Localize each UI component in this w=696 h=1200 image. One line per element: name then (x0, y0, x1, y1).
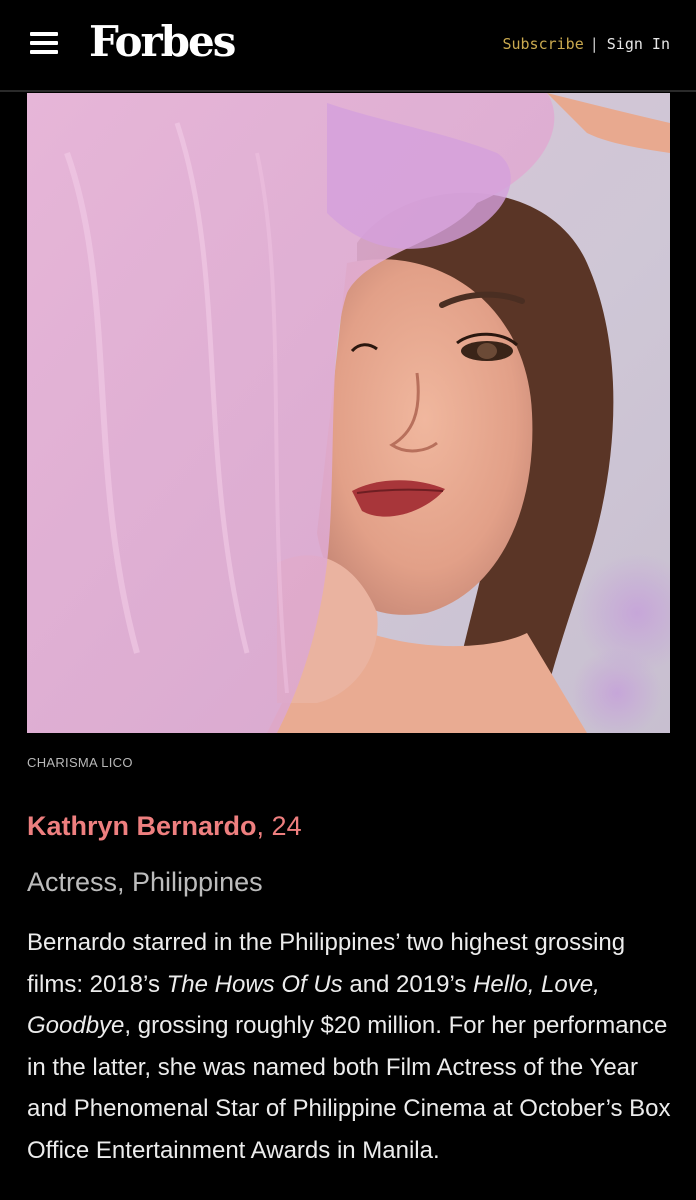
profile-age: , 24 (256, 811, 302, 841)
bio-text-part-2: and 2019’s (342, 970, 474, 998)
bio-text-part-3: , grossing roughly $20 million. For her … (27, 1012, 671, 1164)
profile-subtitle: Actress, Philippines (27, 867, 263, 897)
bio-film-title-1: The Hows Of Us (166, 970, 343, 998)
profile-photo (27, 93, 670, 733)
header-account-links: Subscribe | Sign In (502, 34, 670, 54)
forbes-logo[interactable]: Forbes (89, 14, 236, 70)
sign-in-link[interactable]: Sign In (607, 35, 670, 53)
profile-heading: Kathryn Bernardo, 24 (27, 808, 302, 844)
site-header: Forbes Subscribe | Sign In (0, 0, 696, 92)
profile-name: Kathryn Bernardo (27, 811, 257, 841)
profile-bio: Bernardo starred in the Philippines’ two… (27, 922, 677, 1171)
subscribe-link[interactable]: Subscribe (502, 35, 583, 53)
hamburger-menu-icon[interactable] (30, 32, 58, 54)
header-separator: | (589, 35, 599, 53)
photo-credit: CHARISMA LICO (27, 755, 133, 770)
